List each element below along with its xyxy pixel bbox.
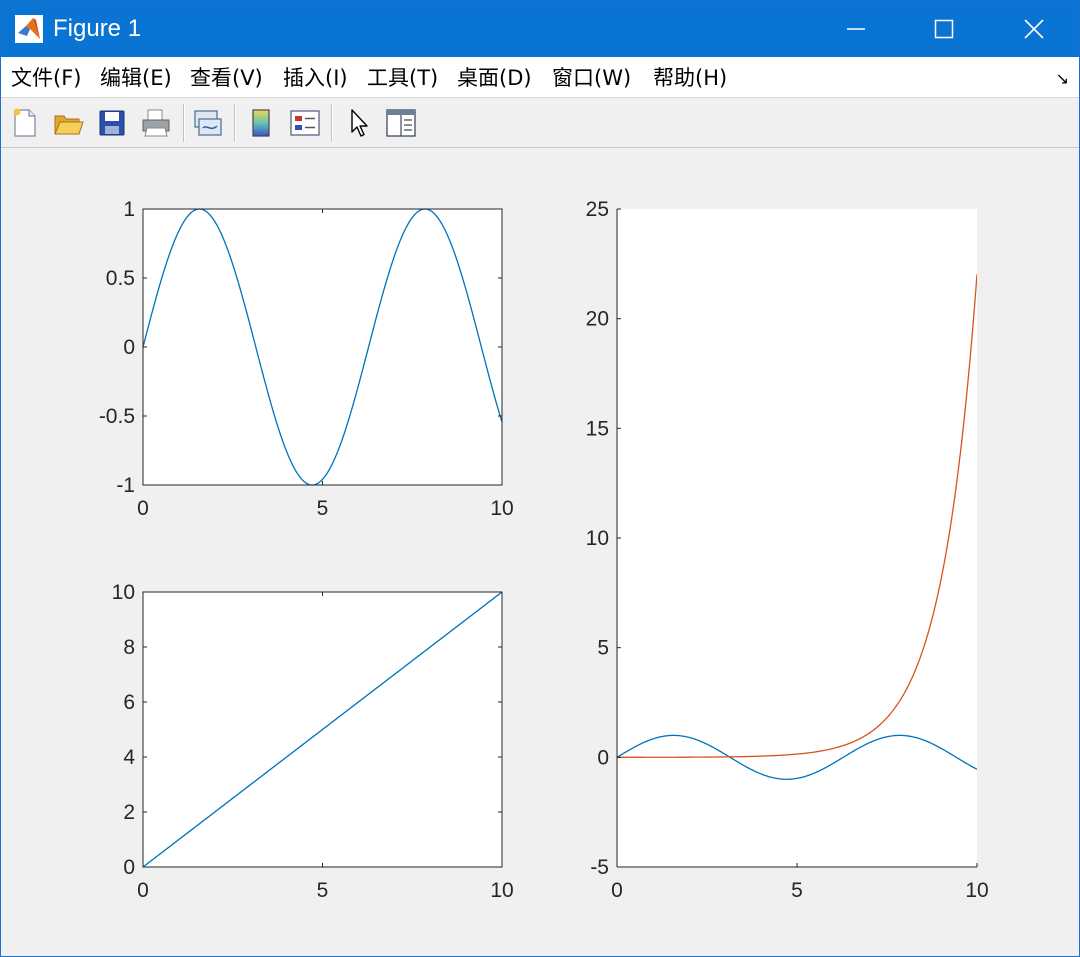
minimize-icon bbox=[847, 28, 865, 30]
y-tick-label: 5 bbox=[597, 637, 609, 660]
y-tick-label: 8 bbox=[123, 636, 135, 659]
minimize-button[interactable] bbox=[811, 1, 901, 57]
y-tick-label: 0.5 bbox=[106, 267, 135, 290]
y-tick-label: 20 bbox=[586, 308, 609, 331]
y-tick-label: 6 bbox=[123, 691, 135, 714]
x-tick-label: 10 bbox=[490, 497, 513, 520]
x-tick-label: 10 bbox=[965, 879, 988, 902]
matlab-logo-icon bbox=[15, 15, 43, 43]
menu-bar: 文件(F) 编辑(E) 查看(V) 插入(I) 工具(T) 桌面(D) 窗口(W… bbox=[1, 57, 1079, 98]
maximize-icon bbox=[934, 19, 954, 39]
figure-canvas[interactable]: 0 5 10-1-0.500.510 5 1002468100 5 10-505101520… bbox=[1, 148, 1079, 956]
edit-plot-arrow-icon[interactable] bbox=[343, 106, 377, 140]
dock-figure-icon[interactable]: ↘ bbox=[1056, 69, 1069, 89]
y-tick-label: 0 bbox=[597, 746, 609, 769]
insert-legend-icon[interactable] bbox=[288, 106, 322, 140]
maximize-button[interactable] bbox=[899, 1, 989, 57]
toolbar-separator bbox=[234, 104, 236, 142]
close-button[interactable] bbox=[989, 1, 1079, 57]
title-bar[interactable]: Figure 1 bbox=[1, 1, 1079, 57]
print-icon[interactable] bbox=[139, 106, 173, 140]
y-tick-label: 0 bbox=[123, 336, 135, 359]
x-tick-label: 5 bbox=[317, 879, 329, 902]
x-tick-label: 0 bbox=[611, 879, 623, 902]
y-tick-label: 4 bbox=[123, 746, 135, 769]
axes-2[interactable]: 0 5 10 0 2 4 6 8 10 bbox=[112, 581, 514, 902]
menu-view[interactable]: 查看(V) bbox=[190, 65, 263, 91]
y-tick-label: 2 bbox=[123, 801, 135, 824]
toolbar-separator bbox=[331, 104, 333, 142]
y-tick-label: 1 bbox=[123, 198, 135, 221]
open-file-icon[interactable] bbox=[51, 106, 85, 140]
figure-window: Figure 1 文件(F) 编辑(E) 查看(V) 插入(I) 工具(T) 桌… bbox=[0, 0, 1080, 957]
axes-3[interactable]: 0 5 10-50510152025 bbox=[586, 198, 989, 902]
y-tick-label: -0.5 bbox=[99, 405, 135, 428]
y-tick-label: 15 bbox=[586, 417, 609, 440]
x-tick-label: 0 bbox=[137, 497, 149, 520]
y-tick-label: 0 bbox=[123, 856, 135, 879]
menu-insert[interactable]: 插入(I) bbox=[283, 65, 348, 91]
insert-colorbar-icon[interactable] bbox=[244, 106, 278, 140]
close-icon bbox=[1024, 19, 1044, 39]
x-tick-label: 0 bbox=[137, 879, 149, 902]
save-icon[interactable] bbox=[95, 106, 129, 140]
figure-toolbar bbox=[1, 98, 1079, 148]
y-tick-label: -5 bbox=[590, 856, 609, 879]
x-tick-label: 5 bbox=[317, 497, 329, 520]
plot-area[interactable] bbox=[617, 209, 977, 867]
window-title: Figure 1 bbox=[53, 15, 142, 42]
property-inspector-icon[interactable] bbox=[384, 106, 418, 140]
menu-desktop[interactable]: 桌面(D) bbox=[457, 65, 532, 91]
y-tick-label: 10 bbox=[112, 581, 135, 604]
x-tick-label: 5 bbox=[791, 879, 803, 902]
axes-1[interactable]: 0 5 10 -1 -0.5 0 0.5 1 bbox=[99, 198, 514, 520]
link-plot-icon[interactable] bbox=[191, 106, 225, 140]
y-tick-label: -1 bbox=[116, 474, 135, 497]
x-tick-label: 10 bbox=[490, 879, 513, 902]
y-tick-label: 10 bbox=[586, 527, 609, 550]
plot-area[interactable] bbox=[143, 209, 502, 485]
menu-tools[interactable]: 工具(T) bbox=[367, 65, 438, 91]
menu-file[interactable]: 文件(F) bbox=[11, 65, 81, 91]
y-tick-label: 25 bbox=[586, 198, 609, 221]
menu-window[interactable]: 窗口(W) bbox=[552, 65, 631, 91]
new-figure-icon[interactable] bbox=[8, 106, 42, 140]
menu-edit[interactable]: 编辑(E) bbox=[100, 65, 172, 91]
menu-help[interactable]: 帮助(H) bbox=[653, 65, 727, 91]
toolbar-separator bbox=[183, 104, 185, 142]
